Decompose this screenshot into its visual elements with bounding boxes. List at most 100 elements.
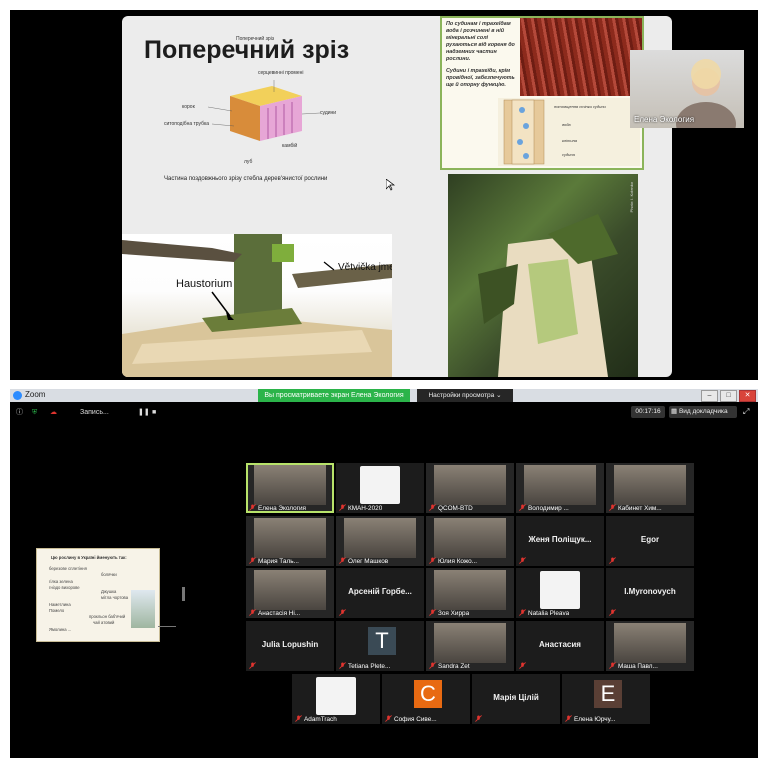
participant-tile[interactable]: Egor: [606, 516, 694, 566]
meeting-timer: 00:17:16: [631, 406, 665, 418]
participant-display-name: I.Myronovych: [624, 587, 676, 596]
participant-tile[interactable]: Кабинет Хим...: [606, 463, 694, 513]
participant-name: Мария Таль...: [258, 558, 299, 565]
participant-display-name: Julia Lopushin: [261, 640, 319, 649]
speaker-view-button[interactable]: ▦ Вид докладчика: [669, 406, 737, 418]
participant-tile[interactable]: Женя Поліщук...: [516, 516, 604, 566]
mini-share-word: Наметлина: [49, 602, 71, 607]
security-shield-icon[interactable]: ⛨: [32, 406, 37, 420]
participant-video: [434, 623, 506, 663]
participant-tile[interactable]: Юлия Кожо...: [426, 516, 514, 566]
maximize-icon[interactable]: □: [720, 390, 737, 402]
muted-mic-icon: [429, 662, 436, 669]
mini-share-divider: [158, 626, 176, 627]
muted-mic-icon: [429, 504, 436, 511]
participant-video: [344, 518, 416, 558]
participant-name: Олег Машков: [348, 558, 389, 565]
muted-mic-icon: [249, 504, 256, 511]
participant-tile[interactable]: Анастасія Ні...: [246, 568, 334, 618]
participant-avatar: С: [414, 680, 442, 708]
participant-display-name: Женя Поліщук...: [528, 535, 592, 544]
participant-name: QCOM-BTD: [438, 505, 473, 512]
participant-tile[interactable]: T Tetiana Plete...: [336, 621, 424, 671]
participant-name: Маша Павл...: [618, 663, 658, 670]
participant-tile[interactable]: КМАН-2020: [336, 463, 424, 513]
mini-share-word: мітла чортова: [101, 595, 129, 600]
participant-tile[interactable]: Natalia Pleava: [516, 568, 604, 618]
presenter-video-thumbnail[interactable]: Елена Экология: [630, 50, 744, 128]
participant-video: [254, 570, 326, 610]
muted-mic-icon: [519, 557, 526, 564]
muted-mic-icon: [609, 504, 616, 511]
participant-avatar: Е: [594, 680, 622, 708]
participant-name: Володимир ...: [528, 505, 569, 512]
participant-tile[interactable]: I.Myronovych: [606, 568, 694, 618]
participant-video: [434, 518, 506, 558]
participant-tile[interactable]: Володимир ...: [516, 463, 604, 513]
recording-icon: ☁: [50, 409, 57, 416]
minimize-icon[interactable]: –: [701, 390, 718, 402]
participant-tile[interactable]: Julia Lopushin: [246, 621, 334, 671]
view-options-button[interactable]: Настройки просмотра ⌄: [417, 389, 513, 402]
muted-mic-icon: [519, 662, 526, 669]
muted-mic-icon: [249, 557, 256, 564]
muted-mic-icon: [519, 609, 526, 616]
app-title: Zoom: [25, 390, 46, 399]
muted-mic-icon: [565, 715, 572, 722]
participant-tile[interactable]: Мария Таль...: [246, 516, 334, 566]
participant-video: [614, 623, 686, 663]
participant-profile-picture: [540, 571, 580, 609]
mini-share-word: Помело: [49, 608, 65, 613]
mini-share-word: гніздо вихорове: [49, 585, 80, 590]
participant-name: Кабинет Хим...: [618, 505, 662, 512]
mini-shared-screen[interactable]: Цю рослину в Україні йменують так: берез…: [36, 548, 160, 642]
muted-mic-icon: [339, 609, 346, 616]
vessel-paragraph-1: По судинам і трахеїдам вода і розчинені …: [446, 21, 515, 62]
participant-video: [434, 465, 506, 505]
haustorium-photo: Haustorium Větvička jmelí: [122, 234, 392, 377]
close-icon[interactable]: ✕: [739, 390, 756, 402]
info-icon[interactable]: ⓘ: [16, 406, 23, 420]
haustorium-label: Haustorium: [176, 278, 233, 290]
participant-name: Елена Экология: [258, 505, 306, 512]
mini-share-word: чай атовий: [93, 620, 115, 625]
participant-tile[interactable]: QCOM-BTD: [426, 463, 514, 513]
participant-name: Юлия Кожо...: [438, 558, 478, 565]
participant-name: Sandra Zet: [438, 663, 470, 670]
participant-tile[interactable]: Анастасия: [516, 621, 604, 671]
muted-mic-icon: [429, 557, 436, 564]
screen-share-banner: Вы просматриваете экран Елена Экология: [258, 389, 410, 402]
participant-tile[interactable]: Арсеній Горбе...: [336, 568, 424, 618]
participant-tile[interactable]: Олег Машков: [336, 516, 424, 566]
participant-display-name: Egor: [640, 535, 660, 544]
participant-video: [254, 465, 326, 505]
presentation-slide: Поперечний зріз Поперечний зріз серцевин…: [122, 16, 672, 377]
participant-video: [434, 570, 506, 610]
pause-recording-icon[interactable]: ❚❚: [138, 406, 150, 420]
participant-tile[interactable]: С София Сиве...: [382, 674, 470, 724]
recording-label: Запись...: [80, 409, 109, 416]
participant-tile[interactable]: Елена Экология: [246, 463, 334, 513]
participant-display-name: Марія Цілій: [493, 693, 539, 702]
presenter-name: Елена Экология: [634, 115, 695, 124]
window-controls: – □ ✕: [701, 390, 756, 402]
mouse-cursor-icon: [386, 179, 396, 191]
participant-tile[interactable]: Маша Павл...: [606, 621, 694, 671]
participant-tile[interactable]: Е Елена Юрчу...: [562, 674, 650, 724]
participant-tile[interactable]: Марія Цілій: [472, 674, 560, 724]
stop-recording-icon[interactable]: ■: [152, 406, 156, 420]
filmstrip-scroll-handle[interactable]: [182, 587, 185, 601]
muted-mic-icon: [249, 662, 256, 669]
participant-tile[interactable]: AdamTrach: [292, 674, 380, 724]
participant-name: Елена Юрчу...: [574, 716, 616, 723]
mini-share-word: гілка зелена: [49, 579, 73, 584]
wood-cross-section-diagram: Поперечний зріз серцевинні промені корок…: [162, 26, 402, 166]
participant-tile[interactable]: Sandra Zet: [426, 621, 514, 671]
participant-tile[interactable]: Зоя Хирра: [426, 568, 514, 618]
mini-share-caption: Цю рослину в Україні йменують так:: [51, 555, 127, 560]
fullscreen-icon[interactable]: ⤢: [743, 407, 753, 417]
mini-share-word: березове сплетіння: [49, 566, 87, 571]
participant-name: AdamTrach: [304, 716, 337, 723]
muted-mic-icon: [609, 609, 616, 616]
vessel-label-water: вода: [562, 122, 571, 127]
